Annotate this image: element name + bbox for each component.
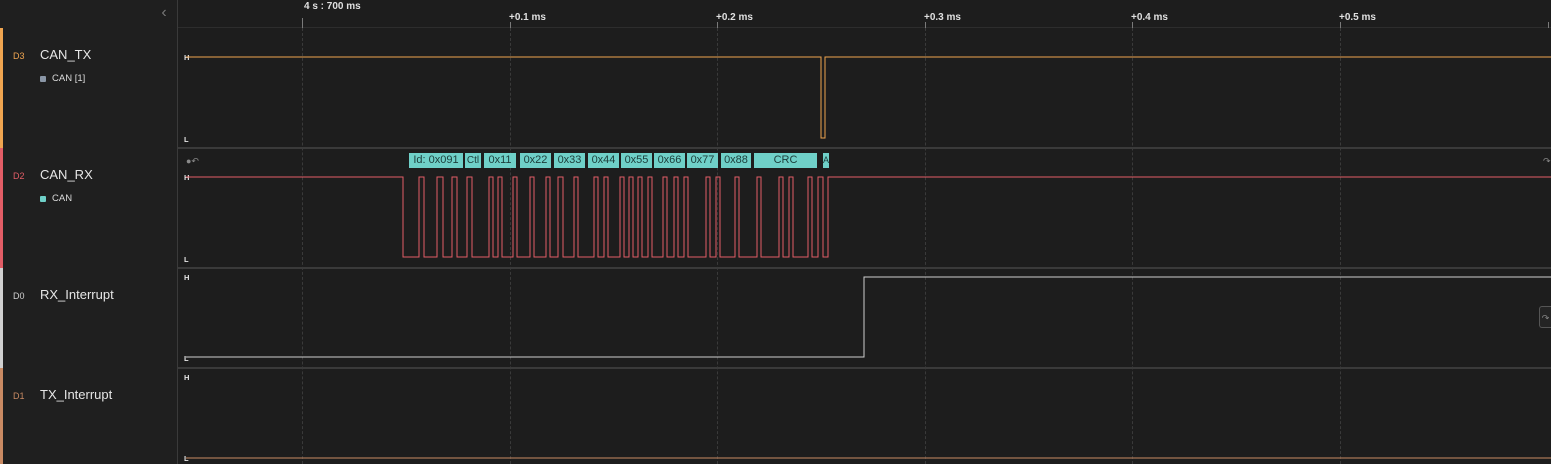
analyzer-label[interactable]: CAN [1] [40,73,85,84]
decoded-id-box[interactable]: Id: 0x091 [409,153,463,168]
channel-id: D2 [13,171,25,181]
decoded-byte-box[interactable]: 0x88 [721,153,751,168]
decoded-byte-box[interactable]: 0x77 [687,153,718,168]
can-rx-waveform [186,176,1551,258]
can-tx-waveform [186,56,1551,139]
rx-interrupt-waveform [186,276,1551,358]
logic-analyzer-window: ‹ D3 CAN_TX CAN [1] D2 CAN_RX CAN D0 RX_… [0,0,1551,464]
channel-name[interactable]: CAN_RX [40,167,93,182]
waveform-svg [186,56,1551,459]
decoded-byte-box[interactable]: 0x33 [554,153,585,168]
decoded-byte-box[interactable]: 0x22 [520,153,551,168]
time-ruler[interactable]: 4 s : 700 ms +0.1 ms +0.2 ms +0.3 ms +0.… [178,0,1551,28]
ruler-tick-label: +0.1 ms [509,12,546,23]
ruler-tick-label: +0.5 ms [1339,12,1376,23]
decoded-byte-box[interactable]: 0x11 [484,153,516,168]
ruler-origin-label: 4 s : 700 ms [304,1,361,12]
channel-color-strip [0,28,3,148]
decoded-byte-box[interactable]: 0x44 [588,153,619,168]
analyzer-color-dot [40,75,46,82]
analyzer-color-dot [40,195,46,202]
channel-id: D3 [13,51,25,61]
analyzer-label[interactable]: CAN [40,193,72,204]
channel-name[interactable]: TX_Interrupt [40,387,112,402]
decoded-byte-box[interactable]: 0x55 [621,153,652,168]
channel-name[interactable]: RX_Interrupt [40,287,114,302]
waveform-area[interactable]: H L H L H L H L ●↶ ↷ ↷ Id: 0x091 Ctl 0x1… [178,28,1551,464]
channel-row-rx-interrupt[interactable]: D0 RX_Interrupt [0,268,177,368]
analyzer-name: CAN [52,193,73,204]
decoded-byte-box[interactable]: 0x66 [654,153,685,168]
ruler-origin-tick [302,18,303,28]
channel-row-can-tx[interactable]: D3 CAN_TX CAN [1] [0,28,177,148]
channel-sidebar: ‹ D3 CAN_TX CAN [1] D2 CAN_RX CAN D0 RX_… [0,0,178,464]
channel-color-strip [0,268,3,368]
ruler-tick-label: +0.3 ms [924,12,961,23]
channel-color-strip [0,368,3,464]
ruler-tick-label: +0.4 ms [1131,12,1168,23]
channel-id: D1 [13,391,25,401]
chevron-left-icon[interactable]: ‹ [154,4,174,22]
analyzer-name: CAN [1] [52,73,86,84]
channel-name[interactable]: CAN_TX [40,47,91,62]
ruler-tick-label: +0.2 ms [716,12,753,23]
decoded-control-box[interactable]: Ctl [465,153,481,168]
channel-row-can-rx[interactable]: D2 CAN_RX CAN [0,148,177,268]
channel-id: D0 [13,291,25,301]
decoded-ack-box[interactable]: A [823,153,829,168]
decoded-crc-box[interactable]: CRC [754,153,817,168]
channel-color-strip [0,148,3,268]
channel-row-tx-interrupt[interactable]: D1 TX_Interrupt [0,368,177,464]
